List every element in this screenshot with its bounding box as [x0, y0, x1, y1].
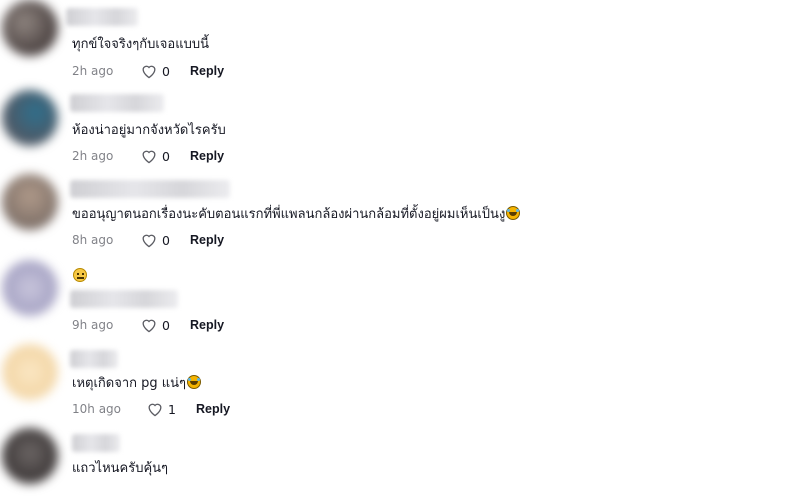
reply-button[interactable]: Reply [190, 149, 224, 163]
comment-meta: 2h ago 0 Reply [72, 147, 224, 165]
username-blurred[interactable] [70, 180, 230, 198]
comment-meta: 8h ago 0 Reply [72, 231, 224, 249]
like-count: 0 [162, 232, 170, 248]
like-count: 1 [168, 401, 176, 417]
comment-text: ขออนุญาตนอกเรื่องนะคับตอนแรกที่พี่แพลนกล… [72, 206, 521, 223]
comment-time: 2h ago [72, 64, 114, 78]
username-blurred[interactable] [70, 350, 118, 368]
avatar[interactable] [2, 260, 58, 316]
comment-time: 10h ago [72, 402, 122, 416]
reply-button[interactable]: Reply [190, 64, 224, 78]
avatar[interactable] [2, 428, 58, 484]
heart-outline-icon [142, 234, 156, 248]
comment-meta: 10h ago 1 Reply [72, 400, 230, 418]
comment-text: เหตุเกิดจาก pg แน่ๆ [72, 375, 202, 392]
heart-outline-icon [142, 65, 156, 79]
comment-time: 2h ago [72, 149, 114, 163]
like-button[interactable]: 0 [140, 148, 190, 164]
like-button[interactable]: 1 [146, 401, 196, 417]
heart-outline-icon [142, 319, 156, 333]
like-count: 0 [162, 148, 170, 164]
like-count: 0 [162, 63, 170, 79]
comment-text-content: ขออนุญาตนอกเรื่องนะคับตอนแรกที่พี่แพลนกล… [72, 207, 506, 222]
comment-text: แถวไหนครับคุ้นๆ [72, 461, 169, 476]
username-blurred[interactable] [72, 434, 120, 452]
laughing-tears-emoji [506, 206, 521, 220]
username-blurred[interactable] [66, 8, 138, 26]
avatar[interactable] [2, 174, 58, 230]
avatar[interactable] [2, 0, 58, 56]
laughing-tears-emoji [187, 375, 202, 389]
avatar[interactable] [2, 90, 58, 146]
neutral-face-emoji [73, 268, 87, 282]
heart-outline-icon [142, 150, 156, 164]
comment-time: 8h ago [72, 233, 114, 247]
username-blurred[interactable] [70, 290, 178, 308]
comment-text: ทุกข์ใจจริงๆกับเจอแบบนี้ [72, 37, 209, 52]
avatar[interactable] [2, 344, 58, 400]
username-blurred[interactable] [70, 94, 164, 112]
comment-text-content: เหตุเกิดจาก pg แน่ๆ [72, 376, 187, 391]
comment-time: 9h ago [72, 318, 114, 332]
reply-button[interactable]: Reply [190, 318, 224, 332]
comment-meta [72, 484, 140, 502]
reply-button[interactable]: Reply [190, 233, 224, 247]
like-button[interactable]: 0 [140, 232, 190, 248]
comment-text [72, 268, 87, 285]
comment-meta: 9h ago 0 Reply [72, 316, 224, 334]
like-button[interactable]: 0 [140, 63, 190, 79]
reply-button[interactable]: Reply [196, 402, 230, 416]
heart-outline-icon [148, 403, 162, 417]
like-count: 0 [162, 317, 170, 333]
comment-text: ห้องน่าอยู่มากจังหวัดไรครับ [72, 123, 226, 138]
like-button[interactable]: 0 [140, 317, 190, 333]
comment-meta: 2h ago 0 Reply [72, 62, 224, 80]
right-edge-fade [690, 0, 800, 489]
